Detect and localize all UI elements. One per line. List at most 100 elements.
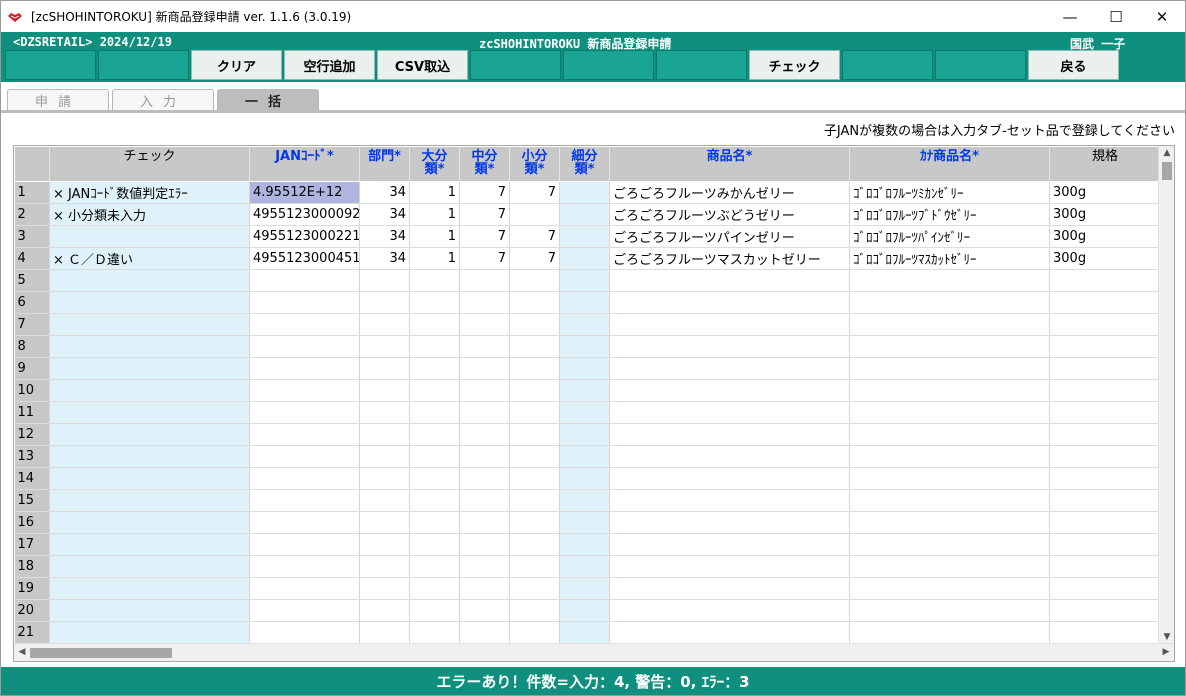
kikaku-column-header[interactable]: 規格: [1049, 146, 1161, 182]
table-row[interactable]: 10: [14, 379, 1161, 402]
sho-bunrui-cell[interactable]: [509, 313, 560, 336]
maximize-button[interactable]: ☐: [1093, 1, 1139, 32]
sai-bunrui-cell[interactable]: [559, 379, 610, 402]
back-button[interactable]: 戻る: [1028, 50, 1119, 80]
kikaku-cell[interactable]: [1049, 445, 1161, 468]
sai-bunrui-cell[interactable]: [559, 181, 610, 204]
bumon-cell[interactable]: [359, 423, 410, 446]
sai-bunrui-cell[interactable]: [559, 423, 610, 446]
dai-bunrui-cell[interactable]: 1: [409, 203, 460, 226]
dai-bunrui-cell[interactable]: [409, 335, 460, 358]
bumon-cell[interactable]: [359, 621, 410, 644]
jan-cell[interactable]: [249, 357, 360, 380]
jan-cell[interactable]: 4.95512E+12: [249, 181, 360, 204]
table-row[interactable]: 5: [14, 269, 1161, 292]
kikaku-cell[interactable]: [1049, 599, 1161, 622]
data-grid[interactable]: チェック JANｺｰﾄﾞ* 部門* 大分 類* 中分 類* 小分 類* 細分 類* 商品…: [13, 145, 1175, 662]
sho-bunrui-cell[interactable]: [509, 577, 560, 600]
product-name-column-header[interactable]: 商品名*: [609, 146, 850, 182]
kana-name-cell[interactable]: ｺﾞﾛｺﾞﾛﾌﾙｰﾂﾌﾞﾄﾞｳｾﾞﾘｰ: [849, 203, 1050, 226]
dai-bunrui-cell[interactable]: [409, 533, 460, 556]
bumon-cell[interactable]: [359, 599, 410, 622]
kikaku-cell[interactable]: [1049, 269, 1161, 292]
jan-cell[interactable]: 4955123000092: [249, 203, 360, 226]
kana-name-cell[interactable]: [849, 555, 1050, 578]
kana-name-cell[interactable]: [849, 577, 1050, 600]
table-row[interactable]: 6: [14, 291, 1161, 314]
chu-bunrui-cell[interactable]: 7: [459, 203, 510, 226]
jan-cell[interactable]: [249, 335, 360, 358]
bumon-cell[interactable]: [359, 313, 410, 336]
kana-name-cell[interactable]: [849, 533, 1050, 556]
sai-bunrui-cell[interactable]: [559, 489, 610, 512]
chu-bunrui-cell[interactable]: [459, 621, 510, 644]
sai-bunrui-cell[interactable]: [559, 467, 610, 490]
table-row[interactable]: 9: [14, 357, 1161, 380]
kikaku-cell[interactable]: [1049, 401, 1161, 424]
kikaku-cell[interactable]: [1049, 511, 1161, 534]
kana-name-cell[interactable]: [849, 621, 1050, 644]
chu-bunrui-cell[interactable]: [459, 401, 510, 424]
kana-name-cell[interactable]: ｺﾞﾛｺﾞﾛﾌﾙｰﾂﾐｶﾝｾﾞﾘｰ: [849, 181, 1050, 204]
dai-bunrui-column-header[interactable]: 大分 類*: [409, 146, 460, 182]
table-row[interactable]: 15: [14, 489, 1161, 512]
chu-bunrui-cell[interactable]: [459, 599, 510, 622]
kikaku-cell[interactable]: 300g: [1049, 203, 1161, 226]
sai-bunrui-cell[interactable]: [559, 401, 610, 424]
sai-bunrui-cell[interactable]: [559, 621, 610, 644]
chu-bunrui-cell[interactable]: 7: [459, 247, 510, 270]
product-name-cell[interactable]: [609, 357, 850, 380]
dai-bunrui-cell[interactable]: [409, 269, 460, 292]
product-name-cell[interactable]: [609, 379, 850, 402]
sho-bunrui-cell[interactable]: [509, 379, 560, 402]
add-row-button[interactable]: 空行追加: [284, 50, 375, 80]
csv-import-button[interactable]: CSV取込: [377, 50, 468, 80]
bumon-cell[interactable]: 34: [359, 181, 410, 204]
product-name-cell[interactable]: [609, 599, 850, 622]
scroll-right-icon[interactable]: ▶: [1158, 647, 1174, 657]
scroll-up-icon[interactable]: ▲: [1159, 148, 1174, 158]
kana-name-cell[interactable]: ｺﾞﾛｺﾞﾛﾌﾙｰﾂﾏｽｶｯﾄｾﾞﾘｰ: [849, 247, 1050, 270]
product-name-cell[interactable]: [609, 533, 850, 556]
kana-name-cell[interactable]: [849, 335, 1050, 358]
table-row[interactable]: 14: [14, 467, 1161, 490]
kikaku-cell[interactable]: [1049, 533, 1161, 556]
product-name-cell[interactable]: [609, 555, 850, 578]
kana-name-cell[interactable]: [849, 291, 1050, 314]
jan-cell[interactable]: [249, 401, 360, 424]
dai-bunrui-cell[interactable]: 1: [409, 181, 460, 204]
jan-cell[interactable]: [249, 489, 360, 512]
bumon-cell[interactable]: [359, 335, 410, 358]
kikaku-cell[interactable]: [1049, 467, 1161, 490]
table-row[interactable]: 4 × Ｃ／Ｄ違い 4955123000451 34 1 7 7 ごろごろフルーツマスカットゼ…: [14, 247, 1161, 270]
jan-cell[interactable]: [249, 467, 360, 490]
sho-bunrui-cell[interactable]: [509, 555, 560, 578]
bumon-column-header[interactable]: 部門*: [359, 146, 410, 182]
dai-bunrui-cell[interactable]: [409, 291, 460, 314]
bumon-cell[interactable]: 34: [359, 247, 410, 270]
sai-bunrui-column-header[interactable]: 細分 類*: [559, 146, 610, 182]
sho-bunrui-cell[interactable]: [509, 511, 560, 534]
bumon-cell[interactable]: [359, 489, 410, 512]
sai-bunrui-cell[interactable]: [559, 247, 610, 270]
chu-bunrui-cell[interactable]: [459, 533, 510, 556]
jan-cell[interactable]: [249, 533, 360, 556]
check-column-header[interactable]: チェック: [49, 146, 250, 182]
bumon-cell[interactable]: [359, 467, 410, 490]
kikaku-cell[interactable]: [1049, 489, 1161, 512]
kana-name-cell[interactable]: [849, 489, 1050, 512]
bumon-cell[interactable]: [359, 269, 410, 292]
kikaku-cell[interactable]: [1049, 555, 1161, 578]
table-row[interactable]: 8: [14, 335, 1161, 358]
product-name-cell[interactable]: [609, 511, 850, 534]
product-name-cell[interactable]: [609, 335, 850, 358]
dai-bunrui-cell[interactable]: [409, 357, 460, 380]
kikaku-cell[interactable]: 300g: [1049, 225, 1161, 248]
sai-bunrui-cell[interactable]: [559, 357, 610, 380]
bumon-cell[interactable]: [359, 533, 410, 556]
table-row[interactable]: 20: [14, 599, 1161, 622]
dai-bunrui-cell[interactable]: [409, 599, 460, 622]
scroll-down-icon[interactable]: ▼: [1159, 632, 1174, 642]
kana-name-cell[interactable]: [849, 401, 1050, 424]
kana-name-cell[interactable]: ｺﾞﾛｺﾞﾛﾌﾙｰﾂﾊﾟｲﾝｾﾞﾘｰ: [849, 225, 1050, 248]
